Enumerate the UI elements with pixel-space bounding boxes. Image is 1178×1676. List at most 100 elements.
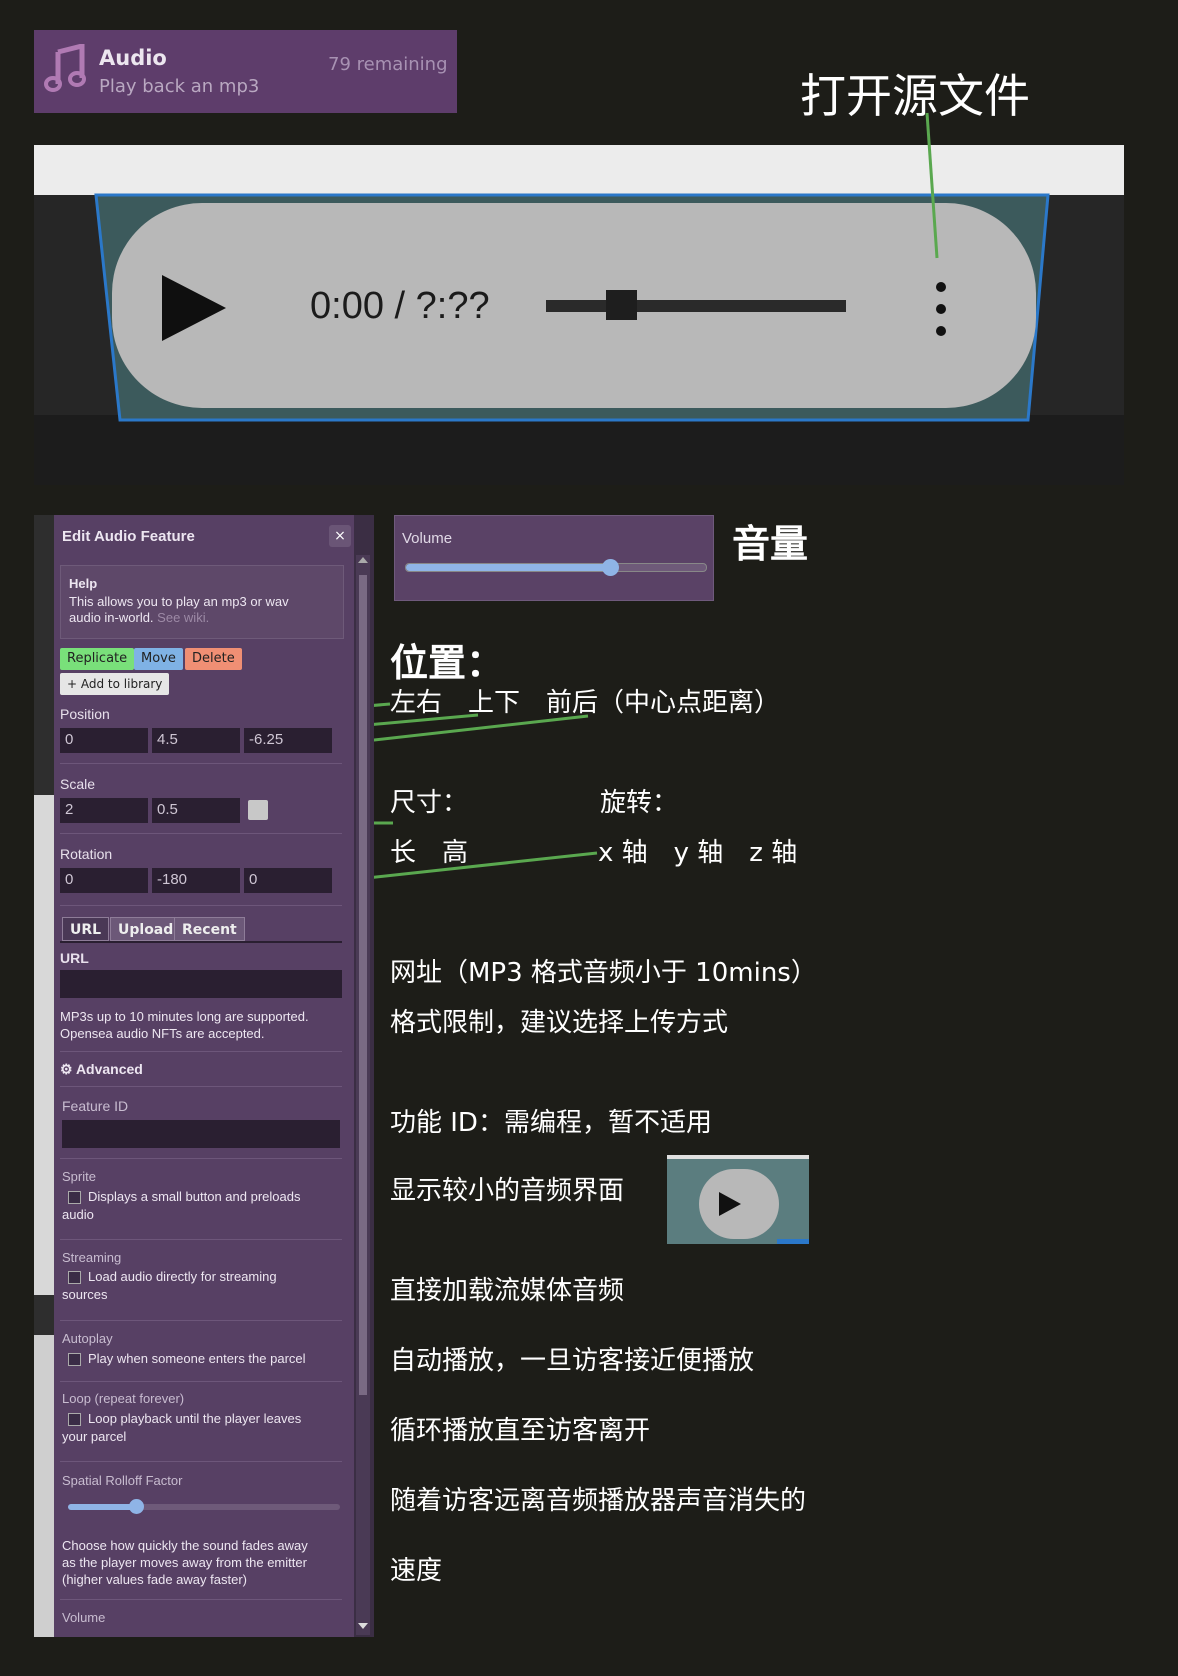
wiki-link[interactable]: See wiki. <box>157 610 209 625</box>
url-help-text: MP3s up to 10 minutes long are supported… <box>60 1009 309 1024</box>
tab-upload[interactable]: Upload <box>110 917 182 941</box>
help-text: This allows you to play an mp3 or wav <box>69 594 289 609</box>
rolloff-slider-fill <box>68 1504 136 1510</box>
move-button[interactable]: Move <box>134 648 183 670</box>
annotation-format: 格式限制，建议选择上传方式 <box>390 1008 729 1038</box>
help-box: Help This allows you to play an mp3 or w… <box>60 565 344 639</box>
annotation-position-title: 位置： <box>390 641 505 685</box>
position-z-input[interactable]: -6.25 <box>244 728 332 753</box>
scroll-down-icon[interactable] <box>358 1623 368 1629</box>
sprite-play-icon <box>719 1192 741 1216</box>
annotation-rolloff: 随着访客远离音频播放器声音消失的 <box>390 1486 807 1516</box>
annotation-rotation-axes: x 轴 y 轴 z 轴 <box>598 838 798 868</box>
more-options-icon[interactable] <box>934 280 948 338</box>
rotation-y-input[interactable]: -180 <box>152 868 240 893</box>
divider <box>60 833 342 834</box>
annotation-url: 网址（MP3 格式音频小于 10mins） <box>390 958 817 988</box>
panel-body: Edit Audio Feature × Help This allows yo… <box>54 515 354 1637</box>
sprite-checkbox[interactable] <box>68 1191 81 1204</box>
divider <box>60 1086 342 1087</box>
tab-underline <box>60 941 342 943</box>
annotation-feature-id: 功能 ID：需编程，暂不适用 <box>390 1108 712 1138</box>
annotation-size-axes: 长 高 <box>390 838 469 868</box>
seek-bar[interactable] <box>546 300 846 312</box>
autoplay-checkbox[interactable] <box>68 1353 81 1366</box>
replicate-button[interactable]: Replicate <box>60 648 135 670</box>
position-y-input[interactable]: 4.5 <box>152 728 240 753</box>
edit-audio-panel: Edit Audio Feature × Help This allows yo… <box>34 515 374 1637</box>
music-note-icon <box>44 44 86 92</box>
feature-id-label: Feature ID <box>62 1098 129 1114</box>
advanced-toggle[interactable]: ⚙ Advanced <box>60 1061 143 1078</box>
card-remaining: 79 remaining <box>328 54 448 75</box>
add-to-library-button[interactable]: + Add to library <box>60 673 170 695</box>
annotation-open-source: 打开源文件 <box>800 69 1030 123</box>
streaming-checkbox[interactable] <box>68 1271 81 1284</box>
sprite-text-2: audio <box>62 1207 94 1222</box>
loop-checkbox[interactable] <box>68 1413 81 1426</box>
rolloff-slider[interactable] <box>68 1499 340 1514</box>
annotation-streaming: 直接加载流媒体音频 <box>390 1276 625 1306</box>
streaming-text: Load audio directly for streaming <box>88 1269 277 1284</box>
time-display: 0:00 / ?:?? <box>310 285 490 327</box>
sprite-label: Sprite <box>62 1169 96 1184</box>
rolloff-help-2: as the player moves away from the emitte… <box>62 1555 307 1570</box>
scrollbar[interactable] <box>356 555 370 1635</box>
rotation-z-input[interactable]: 0 <box>244 868 332 893</box>
url-input[interactable] <box>60 970 342 998</box>
annotation-sprite: 显示较小的音频界面 <box>390 1176 625 1206</box>
close-button[interactable]: × <box>329 525 351 547</box>
seek-thumb[interactable] <box>606 290 637 320</box>
divider <box>60 1320 342 1321</box>
position-x-input[interactable]: 0 <box>60 728 148 753</box>
volume-slider-thumb[interactable] <box>602 559 619 576</box>
streaming-label: Streaming <box>62 1250 122 1265</box>
volume-box-label: Volume <box>402 530 453 547</box>
url-help-text-2: Opensea audio NFTs are accepted. <box>60 1026 265 1041</box>
rolloff-label: Spatial Rolloff Factor <box>62 1473 183 1488</box>
sprite-preview <box>667 1155 809 1244</box>
autoplay-text: Play when someone enters the parcel <box>88 1351 306 1366</box>
divider <box>60 1158 342 1159</box>
gear-icon: ⚙ <box>60 1061 73 1077</box>
annotation-rotation-title: 旋转： <box>600 788 679 818</box>
tab-url[interactable]: URL <box>62 917 110 941</box>
card-subtitle: Play back an mp3 <box>99 76 260 97</box>
divider <box>60 1461 342 1462</box>
sprite-text: Displays a small button and preloads <box>88 1189 301 1204</box>
lock-icon[interactable] <box>248 800 268 820</box>
annotation-position-axes: 左右 上下 前后（中心点距离） <box>390 688 781 718</box>
scale-x-input[interactable]: 2 <box>60 798 148 823</box>
rolloff-help: Choose how quickly the sound fades away <box>62 1538 308 1553</box>
audio-feature-card[interactable]: Audio Play back an mp3 79 remaining <box>34 30 457 113</box>
scale-y-input[interactable]: 0.5 <box>152 798 240 823</box>
volume-slider-fill <box>406 564 610 571</box>
loop-text-2: your parcel <box>62 1429 127 1444</box>
tab-recent[interactable]: Recent <box>174 917 245 941</box>
volume-control: Volume <box>394 515 714 601</box>
feature-id-input[interactable] <box>62 1120 340 1148</box>
streaming-text-2: sources <box>62 1287 108 1302</box>
loop-text: Loop playback until the player leaves <box>88 1411 302 1426</box>
divider <box>60 1239 342 1240</box>
rolloff-help-3: (higher values fade away faster) <box>62 1572 247 1587</box>
volume-label: Volume <box>62 1610 106 1625</box>
divider <box>60 905 342 906</box>
annotation-volume: 音量 <box>732 522 809 566</box>
annotation-autoplay: 自动播放，一旦访客接近便播放 <box>390 1346 755 1376</box>
loop-label: Loop (repeat forever) <box>62 1391 185 1406</box>
volume-slider[interactable] <box>405 559 707 576</box>
rolloff-slider-thumb[interactable] <box>129 1499 144 1514</box>
scrollbar-thumb[interactable] <box>359 575 367 1395</box>
rotation-x-input[interactable]: 0 <box>60 868 148 893</box>
delete-button[interactable]: Delete <box>185 648 242 670</box>
scroll-up-icon[interactable] <box>358 557 368 563</box>
close-icon: × <box>334 528 346 544</box>
card-title: Audio <box>99 46 167 70</box>
position-label: Position <box>60 706 110 722</box>
divider <box>60 1599 342 1600</box>
divider <box>60 1051 342 1052</box>
divider <box>60 763 342 764</box>
play-icon[interactable] <box>162 275 226 341</box>
audio-player-scene: 0:00 / ?:?? <box>34 145 1124 485</box>
